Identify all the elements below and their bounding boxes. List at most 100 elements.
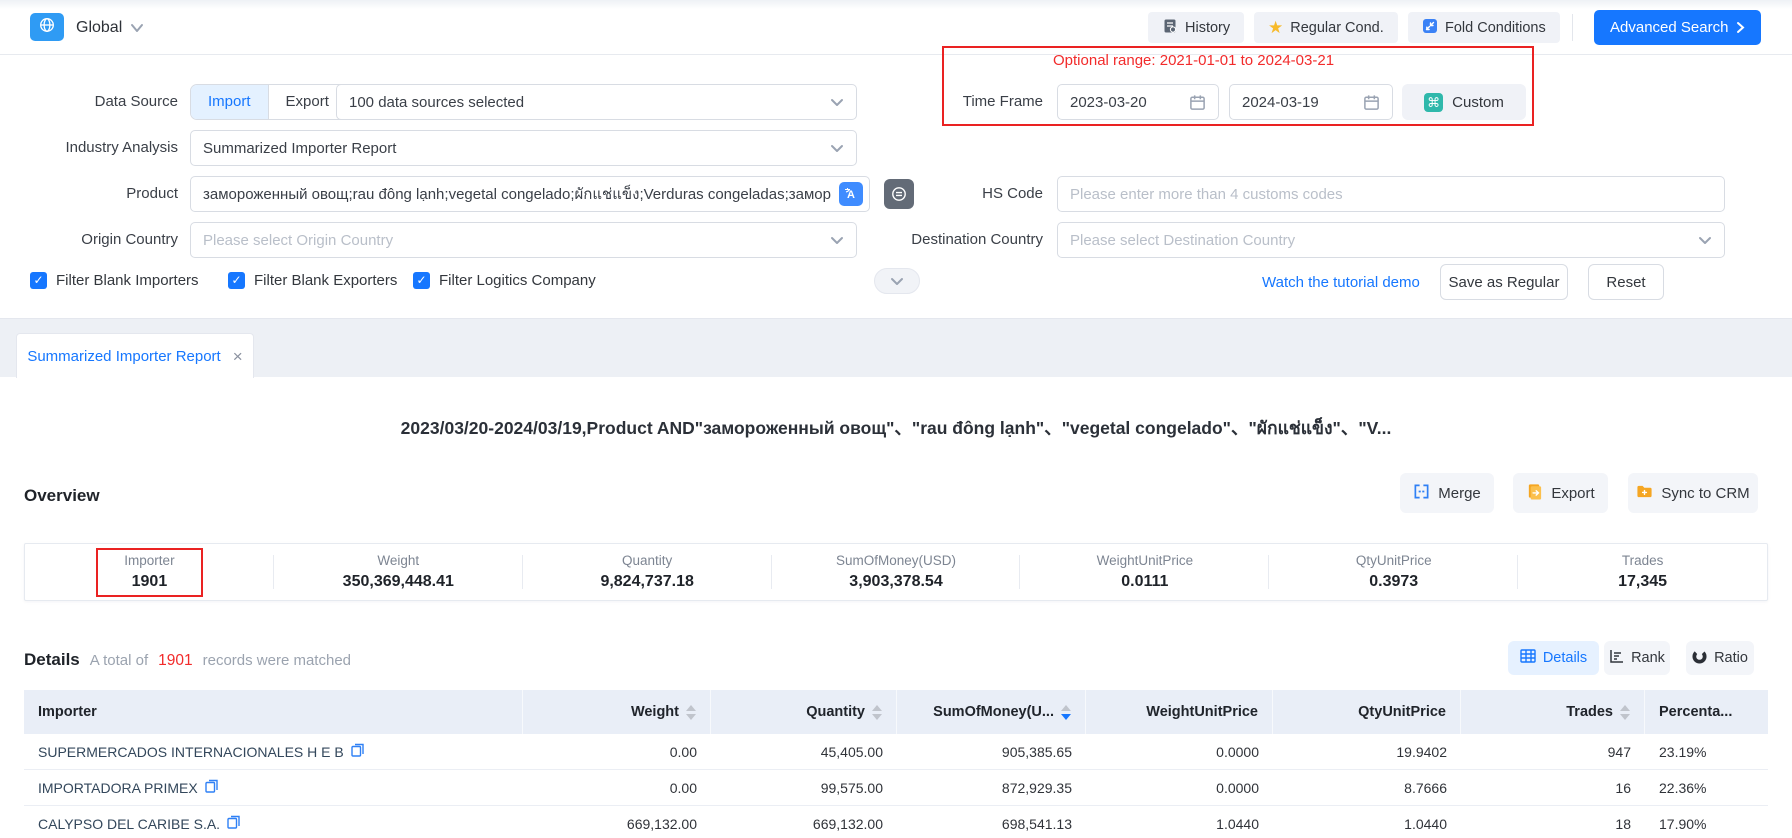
col-quantity[interactable]: Quantity — [711, 690, 897, 734]
merge-icon — [1413, 483, 1430, 504]
chevron-down-icon — [1698, 236, 1712, 245]
stat-qty-unit-price: QtyUnitPrice 0.3973 — [1269, 544, 1518, 600]
custom-range-button[interactable]: ⌘ Custom — [1402, 84, 1526, 120]
report-title: 2023/03/20-2024/03/19,Product AND"заморо… — [0, 414, 1792, 442]
data-sources-select[interactable]: 100 data sources selected — [336, 84, 857, 120]
importer-name-link[interactable]: CALYPSO DEL CARIBE S.A. — [38, 816, 220, 832]
col-importer[interactable]: Importer — [24, 690, 523, 734]
fold-conditions-label: Fold Conditions — [1445, 20, 1546, 36]
table-row[interactable]: SUPERMERCADOS INTERNACIONALES H E B 0.00… — [24, 734, 1768, 770]
origin-country-select[interactable]: Please select Origin Country — [190, 222, 857, 258]
overview-heading: Overview — [24, 486, 100, 506]
stat-weight: Weight 350,369,448.41 — [274, 544, 523, 600]
region-label[interactable]: Global — [76, 14, 122, 42]
record-count: 1901 — [158, 652, 192, 670]
checkbox-check-icon: ✓ — [413, 272, 430, 289]
star-icon: ★ — [1268, 20, 1283, 36]
tutorial-link[interactable]: Watch the tutorial demo — [1262, 274, 1420, 291]
custom-label: Custom — [1452, 94, 1504, 111]
details-table: Importer Weight Quantity SumOfMoney(U...… — [24, 690, 1768, 838]
history-button[interactable]: History — [1148, 12, 1244, 43]
calendar-icon[interactable] — [1363, 94, 1380, 111]
filter-blank-exporters-checkbox[interactable]: ✓ Filter Blank Exporters — [228, 272, 397, 289]
importer-name-link[interactable]: IMPORTADORA PRIMEX — [38, 780, 198, 796]
copy-icon[interactable] — [351, 743, 364, 760]
topbar-divider — [1572, 14, 1573, 41]
fold-conditions-button[interactable]: Fold Conditions — [1408, 12, 1560, 43]
sort-icons[interactable] — [686, 705, 696, 720]
data-sources-value: 100 data sources selected — [349, 94, 830, 111]
export-label: Export — [1551, 485, 1594, 502]
filter-blank-importers-checkbox[interactable]: ✓ Filter Blank Importers — [30, 272, 199, 289]
col-trades[interactable]: Trades — [1461, 690, 1645, 734]
advanced-search-label: Advanced Search — [1610, 19, 1728, 36]
col-percentage[interactable]: Percenta... — [1645, 690, 1768, 734]
hs-code-placeholder: Please enter more than 4 customs codes — [1070, 186, 1712, 203]
close-icon[interactable]: × — [233, 348, 243, 365]
table-row[interactable]: CALYPSO DEL CARIBE S.A. 669,132.00 669,1… — [24, 806, 1768, 838]
advanced-search-button[interactable]: Advanced Search — [1594, 10, 1761, 45]
view-details-button[interactable]: Details — [1508, 641, 1599, 675]
time-frame-label: Time Frame — [867, 84, 1043, 120]
reset-button[interactable]: Reset — [1588, 264, 1664, 300]
table-row[interactable]: IMPORTADORA PRIMEX 0.00 99,575.00 872,92… — [24, 770, 1768, 806]
view-rank-button[interactable]: Rank — [1604, 641, 1670, 675]
col-weight-unit-price[interactable]: WeightUnitPrice — [1086, 690, 1273, 734]
regular-cond-button[interactable]: ★ Regular Cond. — [1254, 12, 1398, 43]
col-sum-of-money[interactable]: SumOfMoney(U... — [897, 690, 1086, 734]
collapse-form-button[interactable] — [874, 268, 920, 294]
product-input[interactable]: замороженный овощ;rau đông lạnh;vegetal … — [190, 176, 870, 212]
regular-cond-label: Regular Cond. — [1290, 20, 1384, 36]
start-date-input[interactable]: 2023-03-20 — [1057, 84, 1219, 120]
product-value: замороженный овощ;rau đông lạnh;vegetal … — [203, 182, 839, 206]
stat-trades: Trades 17,345 — [1518, 544, 1767, 600]
filter-logistics-company-checkbox[interactable]: ✓ Filter Logitics Company — [413, 272, 596, 289]
tab-summarized-importer-report[interactable]: Summarized Importer Report × — [16, 333, 254, 378]
merge-label: Merge — [1438, 485, 1481, 502]
save-as-regular-button[interactable]: Save as Regular — [1440, 264, 1568, 300]
region-picker-badge[interactable] — [30, 13, 64, 41]
tab-title: Summarized Importer Report — [27, 348, 220, 365]
start-date-value: 2023-03-20 — [1070, 94, 1189, 111]
chevron-right-icon — [1736, 21, 1745, 34]
copy-icon[interactable] — [205, 779, 218, 796]
sort-icons-desc-active[interactable] — [1061, 705, 1071, 720]
view-ratio-button[interactable]: Ratio — [1686, 641, 1754, 675]
industry-analysis-label: Industry Analysis — [20, 130, 178, 166]
tabbar: Summarized Importer Report × — [0, 318, 1792, 377]
filter-logistics-company-label: Filter Logitics Company — [439, 272, 596, 289]
sync-folder-icon — [1636, 483, 1653, 504]
col-qty-unit-price[interactable]: QtyUnitPrice — [1273, 690, 1461, 734]
end-date-input[interactable]: 2024-03-19 — [1229, 84, 1393, 120]
hs-code-input[interactable]: Please enter more than 4 customs codes — [1057, 176, 1725, 212]
sync-to-crm-button[interactable]: Sync to CRM — [1628, 473, 1758, 513]
importer-name-link[interactable]: SUPERMERCADOS INTERNACIONALES H E B — [38, 744, 344, 760]
destination-country-label: Destination Country — [885, 222, 1043, 258]
table-icon — [1520, 649, 1536, 667]
sort-icons[interactable] — [872, 705, 882, 720]
calendar-icon[interactable] — [1189, 94, 1206, 111]
rank-chart-icon — [1609, 649, 1624, 667]
chevron-down-icon — [890, 277, 904, 286]
merge-button[interactable]: Merge — [1400, 473, 1494, 513]
sort-icons[interactable] — [1620, 705, 1630, 720]
import-tab[interactable]: Import — [191, 85, 268, 119]
industry-analysis-select[interactable]: Summarized Importer Report — [190, 130, 857, 166]
export-button[interactable]: Export — [1513, 473, 1608, 513]
stat-quantity: Quantity 9,824,737.18 — [523, 544, 772, 600]
col-weight[interactable]: Weight — [523, 690, 711, 734]
translate-icon[interactable]: A — [839, 182, 863, 206]
region-chevron-down-icon[interactable] — [130, 23, 144, 33]
filter-blank-exporters-label: Filter Blank Exporters — [254, 272, 397, 289]
copy-icon[interactable] — [227, 815, 240, 832]
history-icon — [1162, 18, 1178, 38]
search-button[interactable]: Search — [1678, 264, 1756, 300]
industry-analysis-value: Summarized Importer Report — [203, 140, 830, 157]
data-source-segmented: Import Export — [190, 84, 347, 120]
product-label: Product — [20, 176, 178, 212]
export-tab[interactable]: Export — [269, 85, 346, 119]
stat-sum-of-money: SumOfMoney(USD) 3,903,378.54 — [772, 544, 1021, 600]
end-date-value: 2024-03-19 — [1242, 94, 1363, 111]
screen: Global History ★ Regular Cond. Fold Cond… — [0, 0, 1792, 838]
destination-country-select[interactable]: Please select Destination Country — [1057, 222, 1725, 258]
